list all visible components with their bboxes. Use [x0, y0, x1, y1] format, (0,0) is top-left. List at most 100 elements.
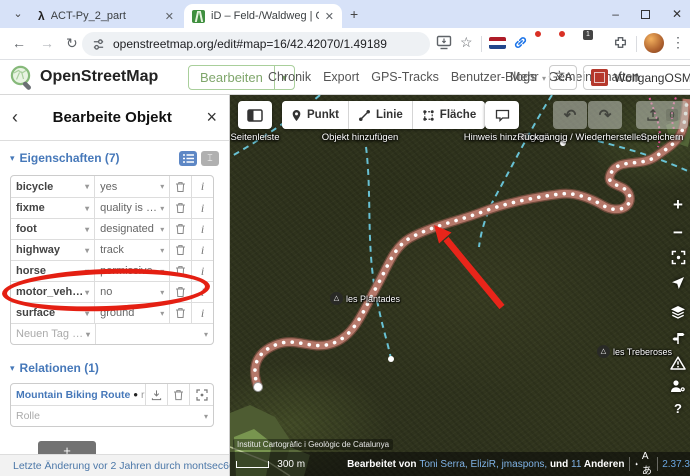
- url-bar[interactable]: openstreetmap.org/edit#map=16/42.42070/1…: [82, 32, 430, 56]
- nav-gps-tracks[interactable]: GPS-Tracks: [371, 70, 439, 84]
- site-settings-icon[interactable]: [92, 38, 105, 51]
- send-to-device-icon[interactable]: [436, 35, 452, 55]
- issues-button[interactable]: [667, 356, 689, 375]
- tag-key-combobox[interactable]: bicycle▾: [11, 176, 94, 197]
- profile-avatar[interactable]: [644, 33, 664, 53]
- tag-info-button[interactable]: i: [191, 303, 213, 323]
- map-data-button[interactable]: [667, 331, 689, 350]
- contributor-link[interactable]: jmaspons,: [502, 459, 548, 470]
- forward-button[interactable]: →: [40, 35, 54, 51]
- undo-button[interactable]: ↶: [553, 101, 587, 129]
- place-label-les-treberoses[interactable]: △ les Treberoses: [597, 345, 672, 358]
- geolocate-button[interactable]: [667, 250, 689, 270]
- maximize-button[interactable]: [641, 10, 650, 19]
- url-text[interactable]: openstreetmap.org/edit#map=16/42.42070/1…: [113, 37, 387, 51]
- delete-tag-button[interactable]: [169, 303, 191, 323]
- sidebar-close-icon[interactable]: ×: [206, 107, 217, 128]
- extensions-puzzle-icon[interactable]: [613, 35, 628, 55]
- tag-key-combobox[interactable]: fixme▾: [11, 198, 94, 218]
- zoom-out-button[interactable]: −: [667, 223, 689, 243]
- place-label-les-plantades[interactable]: △ les Plantades: [330, 292, 400, 305]
- tag-value-combobox[interactable]: ground▾: [94, 303, 169, 323]
- table-view-button[interactable]: [179, 151, 197, 166]
- delete-tag-button[interactable]: [169, 198, 191, 218]
- bug-report-icon[interactable]: [635, 458, 638, 470]
- relations-section-header[interactable]: ▾ Relationen (1): [10, 359, 219, 377]
- relation-entry[interactable]: Mountain Biking Route ● rcn 3...: [11, 384, 145, 405]
- translate-button[interactable]: 文A: [549, 65, 577, 90]
- nav-chronik[interactable]: Chronik: [268, 70, 311, 84]
- delete-tag-button[interactable]: [169, 240, 191, 260]
- tag-info-button[interactable]: i: [191, 282, 213, 302]
- bookmark-star-icon[interactable]: ☆: [460, 34, 473, 51]
- redo-button[interactable]: ↷: [588, 101, 622, 129]
- browser-menu-icon[interactable]: ⋮: [671, 34, 685, 51]
- role-input[interactable]: Rolle▾: [11, 406, 213, 426]
- openstreetmap-logo-icon[interactable]: [9, 64, 36, 91]
- tag-value-combobox[interactable]: quality is not ...▾: [94, 198, 169, 218]
- minimize-button[interactable]: –: [612, 7, 619, 21]
- relation-link[interactable]: Mountain Biking Route: [16, 389, 130, 401]
- zoom-in-button[interactable]: +: [667, 195, 689, 215]
- add-note-button[interactable]: [485, 101, 519, 129]
- delete-tag-button[interactable]: [169, 219, 191, 239]
- more-menu[interactable]: Mehr ▾: [510, 70, 546, 84]
- tag-info-button[interactable]: i: [191, 176, 213, 197]
- tag-info-button[interactable]: i: [191, 240, 213, 260]
- tag-key-combobox[interactable]: foot▾: [11, 219, 94, 239]
- draw-point-button[interactable]: Punkt: [282, 101, 348, 129]
- tag-value-combobox[interactable]: no▾: [94, 282, 169, 302]
- contributor-link[interactable]: Toni Serra,: [419, 459, 467, 470]
- new-tab-button[interactable]: +: [350, 6, 358, 22]
- tag-value-combobox[interactable]: yes▾: [94, 176, 169, 197]
- tag-key-combobox[interactable]: surface▾: [11, 303, 94, 323]
- background-layers-button[interactable]: [667, 305, 689, 325]
- link-extension-icon[interactable]: [513, 35, 528, 55]
- contributors-count-link[interactable]: 11: [571, 459, 581, 470]
- tag-value-combobox[interactable]: permissive▾: [94, 261, 169, 281]
- way-endpoint-node[interactable]: [254, 383, 263, 392]
- back-button[interactable]: ←: [12, 35, 26, 51]
- version-link[interactable]: 2.37.3: [662, 459, 690, 470]
- relation-zoom-to-button[interactable]: [189, 384, 213, 405]
- contributor-link[interactable]: EliziR,: [470, 459, 498, 470]
- nav-export[interactable]: Export: [323, 70, 359, 84]
- toggle-sidebar-button[interactable]: [238, 101, 272, 129]
- dutch-flag-extension-icon[interactable]: [489, 37, 506, 49]
- tag-info-button[interactable]: i: [191, 219, 213, 239]
- tag-key-combobox[interactable]: horse▾: [11, 261, 94, 281]
- new-tag-key-input[interactable]: Neuen Tag hi...▾: [11, 324, 95, 344]
- new-tag-value-input[interactable]: ▾: [95, 324, 213, 344]
- draw-line-button[interactable]: Linie: [348, 101, 412, 129]
- tag-value-combobox[interactable]: track▾: [94, 240, 169, 260]
- delete-tag-button[interactable]: [169, 282, 191, 302]
- preferences-button[interactable]: [667, 379, 689, 398]
- map-node[interactable]: [388, 356, 394, 362]
- tag-value-combobox[interactable]: designated▾: [94, 219, 169, 239]
- delete-tag-button[interactable]: [169, 261, 191, 281]
- tag-info-button[interactable]: i: [191, 198, 213, 218]
- user-menu-button[interactable]: WolfgangOSM ▾: [583, 65, 690, 90]
- properties-section-header[interactable]: ▾ Eigenschaften (7) ⌶: [10, 149, 219, 167]
- delete-tag-button[interactable]: [169, 176, 191, 197]
- tab-search-icon[interactable]: ⌄: [8, 5, 28, 23]
- save-button[interactable]: 0: [636, 101, 688, 129]
- brand-title[interactable]: OpenStreetMap: [40, 68, 158, 86]
- relation-download-button[interactable]: [145, 384, 167, 405]
- help-button[interactable]: ?: [667, 401, 689, 416]
- tag-key-combobox[interactable]: motor_vehicle▾: [11, 282, 94, 302]
- reload-button[interactable]: ↻: [66, 35, 78, 52]
- language-switcher[interactable]: Aあ: [642, 451, 652, 476]
- tab-id-editor[interactable]: iD – Feld-/Waldweg | OpenStree ✕: [184, 4, 342, 28]
- text-view-button[interactable]: ⌶: [201, 151, 219, 166]
- tab1-close-icon[interactable]: ✕: [165, 10, 174, 23]
- tab2-close-icon[interactable]: ✕: [325, 10, 334, 23]
- close-window-button[interactable]: ✕: [672, 7, 682, 21]
- tag-key-combobox[interactable]: highway▾: [11, 240, 94, 260]
- draw-area-button[interactable]: Fläche: [412, 101, 485, 129]
- tab-act-py[interactable]: λ ACT-Py_2_part ✕: [30, 4, 182, 28]
- tag-info-button[interactable]: i: [191, 261, 213, 281]
- last-edit-link[interactable]: Letzte Änderung vor 2 Jahren durch monts…: [13, 460, 235, 472]
- map-canvas[interactable]: △ les Plantades △ les Treberoses Seitenl…: [230, 95, 690, 476]
- pan-to-location-button[interactable]: [667, 276, 689, 295]
